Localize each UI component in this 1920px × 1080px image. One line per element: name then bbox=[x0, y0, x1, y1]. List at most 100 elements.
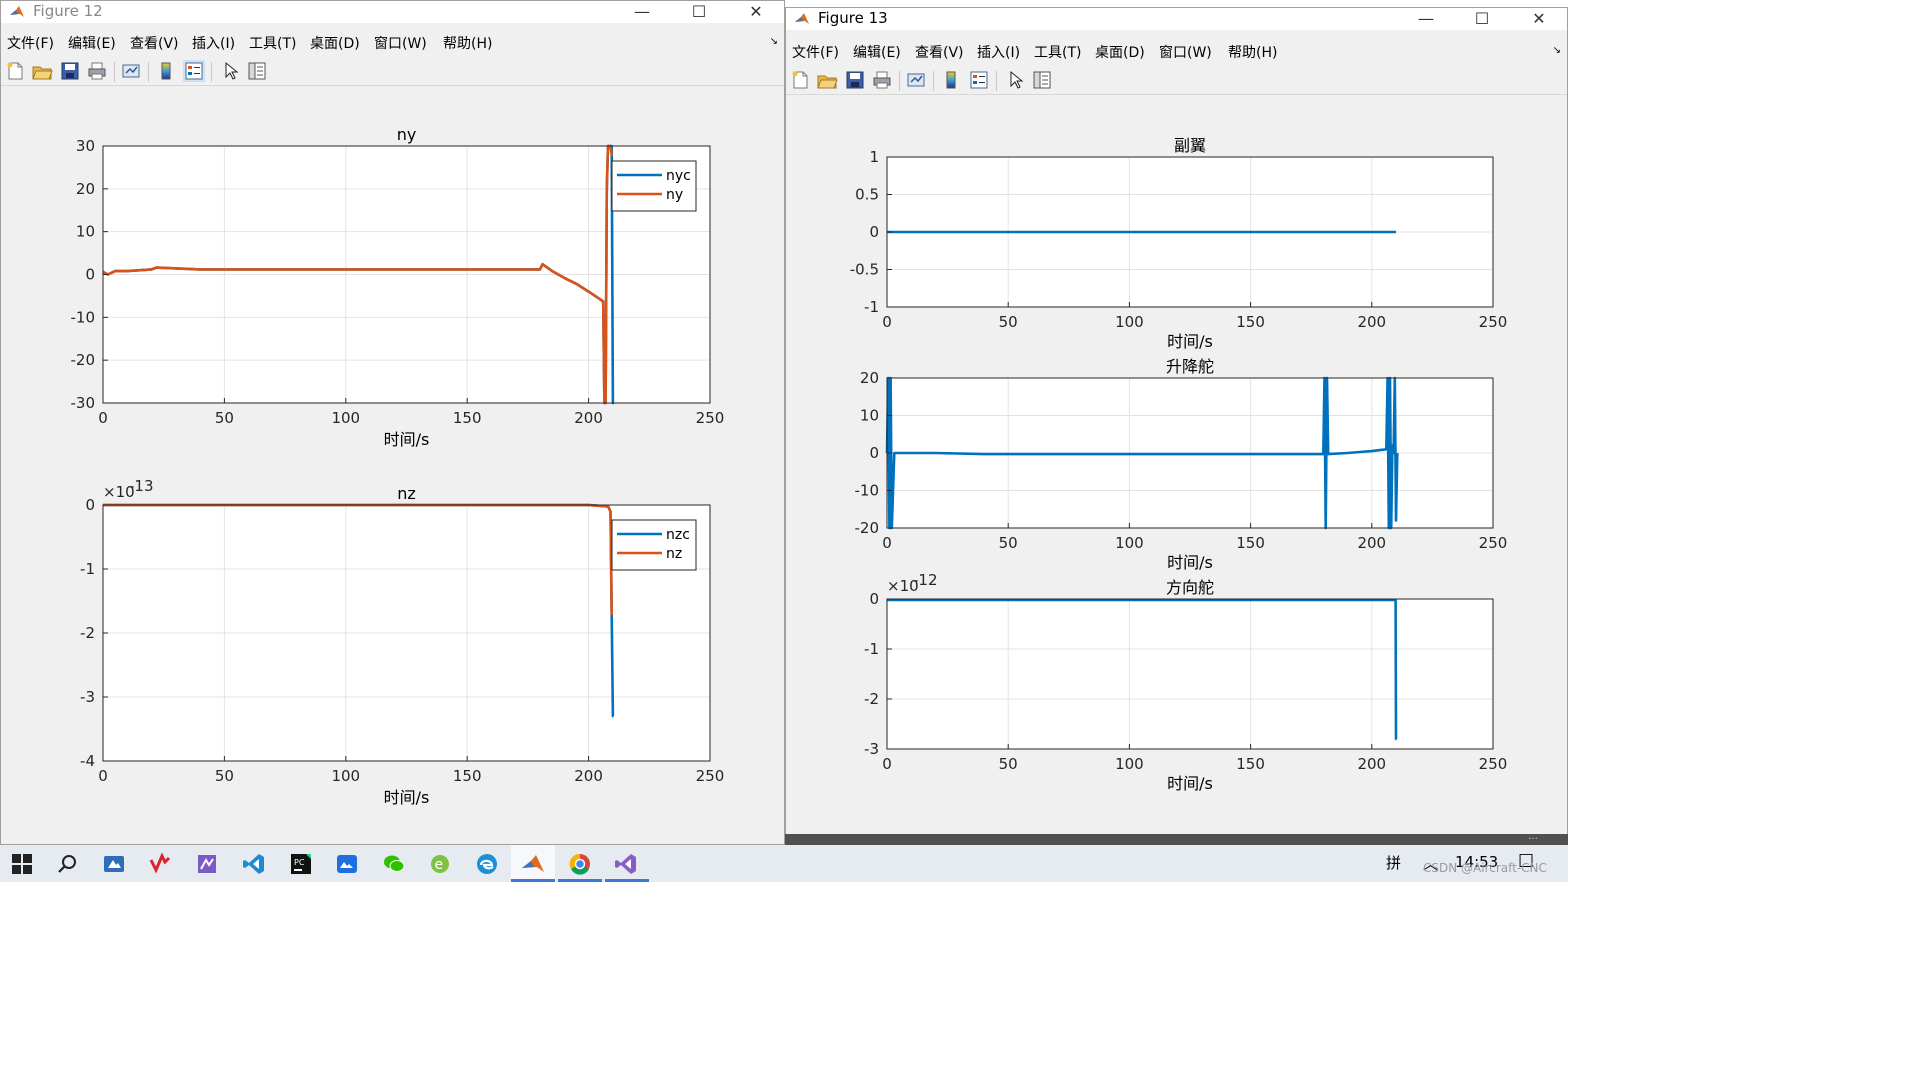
menu-insert[interactable]: 插入(I) bbox=[977, 42, 1020, 62]
chart-title: 副翼 bbox=[1174, 136, 1206, 155]
chrome-icon[interactable] bbox=[568, 852, 592, 876]
fig12_ny-axes: 0 50 100 150 200 2503020100-10-20-30ny时间/snyc… bbox=[71, 125, 725, 449]
y-tick-label: 1 bbox=[869, 148, 879, 166]
link-plot-icon[interactable] bbox=[905, 69, 927, 91]
x-tick-label: 0 bbox=[98, 409, 108, 427]
menu-file[interactable]: 文件(F) bbox=[7, 33, 54, 53]
app-icon-1[interactable] bbox=[102, 852, 126, 876]
x-tick-label: 50 bbox=[215, 409, 234, 427]
save-icon[interactable] bbox=[59, 60, 81, 82]
x-axis-label: 时间/s bbox=[1167, 332, 1213, 351]
x-tick-label: 150 bbox=[453, 767, 482, 785]
menu-edit[interactable]: 编辑(E) bbox=[68, 33, 116, 53]
windows-start-icon[interactable] bbox=[10, 852, 34, 876]
x-axis-label: 时间/s bbox=[1167, 774, 1213, 793]
legend: nzc nz bbox=[611, 519, 697, 571]
legend-icon[interactable] bbox=[968, 69, 990, 91]
y-tick-label: -30 bbox=[71, 394, 96, 412]
y-tick-label: 10 bbox=[860, 407, 879, 425]
menu-desktop[interactable]: 桌面(D) bbox=[1095, 42, 1145, 62]
toolbar bbox=[1, 57, 784, 86]
link-plot-icon[interactable] bbox=[120, 60, 142, 82]
menu-tools[interactable]: 工具(T) bbox=[249, 33, 296, 53]
ie-icon[interactable]: e bbox=[428, 852, 452, 876]
wechat-icon[interactable] bbox=[382, 852, 406, 876]
menu-help[interactable]: 帮助(H) bbox=[1228, 42, 1277, 62]
legend-icon[interactable] bbox=[183, 60, 205, 82]
y-tick-label: -2 bbox=[864, 690, 879, 708]
x-tick-label: 50 bbox=[999, 755, 1018, 773]
maximize-button[interactable]: ☐ bbox=[676, 1, 722, 23]
x-tick-label: 150 bbox=[453, 409, 482, 427]
watermark: CSDN @Aircraft-CNC bbox=[1423, 861, 1547, 875]
property-inspector-icon[interactable] bbox=[246, 60, 268, 82]
menu-file[interactable]: 文件(F) bbox=[792, 42, 839, 62]
save-icon[interactable] bbox=[844, 69, 866, 91]
open-folder-icon[interactable] bbox=[31, 60, 53, 82]
pointer-icon[interactable] bbox=[1004, 69, 1026, 91]
colorbar-icon[interactable] bbox=[155, 60, 177, 82]
x-tick-label: 200 bbox=[1357, 534, 1386, 552]
menu-view[interactable]: 查看(V) bbox=[915, 42, 964, 62]
x-tick-label: 200 bbox=[574, 767, 603, 785]
pointer-icon[interactable] bbox=[219, 60, 241, 82]
visual-studio-icon[interactable] bbox=[614, 852, 638, 876]
y-exponent-power: -12 bbox=[913, 571, 938, 589]
x-tick-label: 100 bbox=[1115, 534, 1144, 552]
new-file-icon[interactable] bbox=[4, 60, 26, 82]
dock-arrow-icon[interactable]: ↘ bbox=[1553, 45, 1561, 56]
y-tick-label: 20 bbox=[860, 369, 879, 387]
fig13_rudder-axes: 0 50 100 150 200 2500-1-2-3方向舵时间/s×10-12 bbox=[864, 571, 1507, 793]
x-tick-label: 250 bbox=[1479, 313, 1508, 331]
minimize-button[interactable]: — bbox=[1403, 8, 1449, 30]
status-text: … bbox=[1528, 831, 1538, 842]
app-icon-3[interactable] bbox=[195, 852, 219, 876]
legend-label: nyc bbox=[666, 168, 691, 184]
edge-icon[interactable] bbox=[475, 852, 499, 876]
maximize-button[interactable]: ☐ bbox=[1459, 8, 1505, 30]
print-icon[interactable] bbox=[871, 69, 893, 91]
pycharm-icon[interactable]: PC bbox=[289, 852, 313, 876]
plot-area bbox=[887, 599, 1493, 749]
y-tick-label: 10 bbox=[76, 223, 95, 241]
menu-tools[interactable]: 工具(T) bbox=[1034, 42, 1081, 62]
x-axis-label: 时间/s bbox=[1167, 553, 1213, 572]
y-tick-label: -3 bbox=[80, 688, 95, 706]
menu-window[interactable]: 窗口(W) bbox=[1159, 42, 1212, 62]
svg-text:PC: PC bbox=[294, 858, 305, 867]
chart-title: 方向舵 bbox=[1166, 578, 1214, 597]
y-tick-label: -20 bbox=[855, 519, 880, 537]
taskbar: PC e 拼 ︿ 14:53 ☐ CSDN @Aircraft-CNC bbox=[0, 845, 1568, 882]
legend-label: nz bbox=[666, 546, 682, 562]
x-tick-label: 150 bbox=[1236, 755, 1265, 773]
vscode-icon[interactable] bbox=[242, 852, 266, 876]
matlab-icon[interactable] bbox=[521, 852, 545, 876]
close-button[interactable]: ✕ bbox=[733, 1, 779, 23]
menu-desktop[interactable]: 桌面(D) bbox=[310, 33, 360, 53]
ime-indicator[interactable]: 拼 bbox=[1386, 852, 1401, 873]
x-tick-label: 0 bbox=[882, 313, 892, 331]
property-inspector-icon[interactable] bbox=[1031, 69, 1053, 91]
dock-arrow-icon[interactable]: ↘ bbox=[770, 36, 778, 47]
menu-insert[interactable]: 插入(I) bbox=[192, 33, 235, 53]
colorbar-icon[interactable] bbox=[940, 69, 962, 91]
toolbar-separator bbox=[933, 71, 934, 91]
menu-view[interactable]: 查看(V) bbox=[130, 33, 179, 53]
y-tick-label: -0.5 bbox=[850, 261, 879, 279]
print-icon[interactable] bbox=[86, 60, 108, 82]
app-icon-2[interactable] bbox=[148, 852, 172, 876]
minimize-button[interactable]: — bbox=[619, 1, 665, 23]
search-icon[interactable] bbox=[55, 852, 79, 876]
y-tick-label: 0 bbox=[85, 496, 95, 514]
open-folder-icon[interactable] bbox=[816, 69, 838, 91]
figure-13-plots: 0 50 100 150 200 25010.50-0.5-1副翼时间/s0 50 100 15… bbox=[850, 136, 1508, 793]
menu-edit[interactable]: 编辑(E) bbox=[853, 42, 901, 62]
status-strip: … bbox=[785, 831, 1568, 845]
menu-help[interactable]: 帮助(H) bbox=[443, 33, 492, 53]
app-icon-4[interactable] bbox=[335, 852, 359, 876]
menu-window[interactable]: 窗口(W) bbox=[374, 33, 427, 53]
close-button[interactable]: ✕ bbox=[1516, 8, 1562, 30]
chart-title: ny bbox=[397, 125, 417, 144]
new-file-icon[interactable] bbox=[789, 69, 811, 91]
chart-title: nz bbox=[397, 484, 416, 503]
